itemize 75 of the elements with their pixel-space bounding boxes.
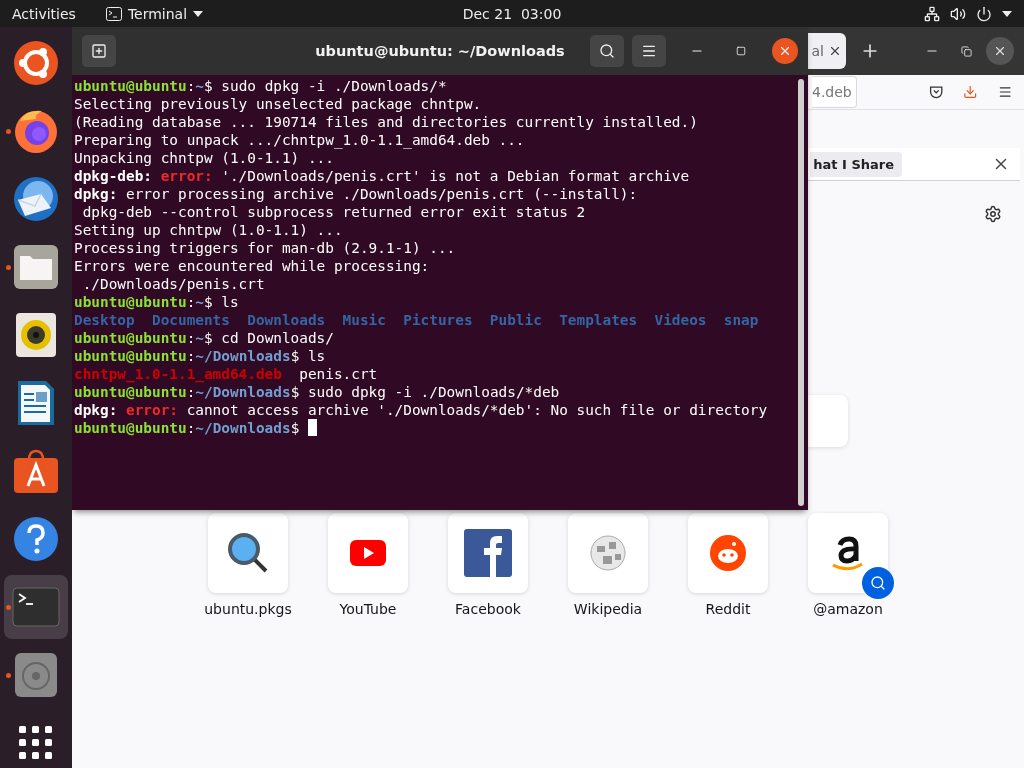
app-grid-icon[interactable] [19,726,53,760]
mail-icon[interactable] [11,174,61,224]
search-icon [599,43,615,59]
close-icon [993,44,1007,58]
power-icon[interactable] [976,5,992,22]
site-label[interactable]: Reddit [705,601,751,617]
terminal-line: ubuntu@ubuntu:~$ cd Downloads/ [74,329,335,347]
address-field[interactable]: 4.deb [812,76,857,108]
speaker-icon[interactable] [15,312,57,358]
terminal-line: Unpacking chntpw (1.0-1.1) ... [74,149,335,167]
terminal-line: ./Downloads/penis.crt [81,275,266,293]
window-title: ubuntu@ubuntu: ~/Downloads [315,43,565,59]
menu-icon [641,43,657,59]
maximize-icon [736,46,746,56]
close-button[interactable] [772,38,798,64]
site-label[interactable]: ubuntu.pkgs [204,601,292,617]
site-tile[interactable] [448,513,528,593]
terminal-line: Selecting previously unselected package chntpw. [74,95,483,113]
activities-button[interactable]: Activities [12,5,76,22]
reddit-logo-icon [710,535,746,571]
site-label[interactable]: YouTube [339,601,397,617]
terminal-line: Preparing to unpack .../chntpw_1.0-1.1_amd64.deb ... [74,131,526,149]
terminal-line: dpkg: error: cannot access archive './Downloads/*deb': No such file or directory [74,401,769,419]
terminal-line: Setting up chntpw (1.0-1.1) ... [74,221,344,239]
network-icon[interactable] [924,5,940,22]
terminal-line: ubuntu@ubuntu:~/Downloads$ [74,419,792,437]
facebook-logo-icon [464,529,512,577]
card-background [806,395,848,447]
clock[interactable]: Dec 21 03:00 [462,5,562,22]
terminal-line: ubuntu@ubuntu:~$ ls [74,293,240,311]
ubuntu-logo-icon[interactable] [13,40,59,86]
play-icon [350,540,386,566]
terminal-line: Processing triggers for man-db (2.9.1-1) ... [74,239,457,257]
close-icon [778,44,792,58]
terminal-line: ubuntu@ubuntu:~/Downloads$ ls [74,347,327,365]
caret-icon[interactable] [193,10,204,17]
new-tab-icon [91,43,107,59]
document-icon[interactable] [16,379,56,427]
caret-icon[interactable] [1002,10,1012,17]
new-tab-button[interactable] [82,35,116,67]
site-label[interactable]: @amazon [813,601,883,617]
site-tile[interactable] [568,513,648,593]
terminal-line: dpkg-deb --control subprocess returned error exit status 2 [81,203,587,221]
app-menu[interactable]: Terminal [127,5,188,22]
site-tile[interactable] [328,513,408,593]
terminal-line: Errors were encountered while processing: [74,257,431,275]
folder-icon[interactable] [13,244,59,290]
restore-icon [960,45,972,57]
terminal-line: dpkg: error processing archive ./Downloads/penis.crt (--install): [74,185,639,203]
globe-icon [589,534,627,572]
scrollbar[interactable] [798,79,804,506]
terminal-line: (Reading database ... 190714 files and directories currently installed.) [74,113,699,131]
site-label[interactable]: Wikipedia [573,601,643,617]
site-tile[interactable] [808,513,894,599]
menu-button[interactable] [632,35,666,67]
close-button[interactable] [986,37,1014,65]
terminal-line: ubuntu@ubuntu:~$ sudo dpkg -i ./Downloads/* [74,77,448,95]
site-label[interactable]: Facebook [455,601,521,617]
close-tab-icon[interactable] [828,44,842,58]
site-tile[interactable] [688,513,768,593]
terminal-line: chntpw_1.0-1.1_amd64.deb penis.crt [74,365,379,383]
terminal-line: ubuntu@ubuntu:~/Downloads$ sudo dpkg -i ./Downloads/*deb [74,383,561,401]
search-badge[interactable] [862,567,894,599]
download-icon[interactable] [963,83,978,101]
volume-icon[interactable] [950,5,966,22]
search-button[interactable] [590,35,624,67]
site-tile[interactable] [208,513,288,593]
notice-label: hat I Share [810,151,902,177]
help-icon[interactable] [12,515,60,563]
search-icon [870,575,886,591]
terminal-line: dpkg-deb: error: './Downloads/penis.crt' is not a Debian format archive [74,167,691,185]
terminal-line: Desktop Documents Downloads Music Pictures Public Templates Videos snap [74,311,760,329]
magnifier-icon [226,531,270,575]
shopping-bag-icon[interactable] [13,448,59,494]
settings-icon[interactable] [984,205,1002,223]
